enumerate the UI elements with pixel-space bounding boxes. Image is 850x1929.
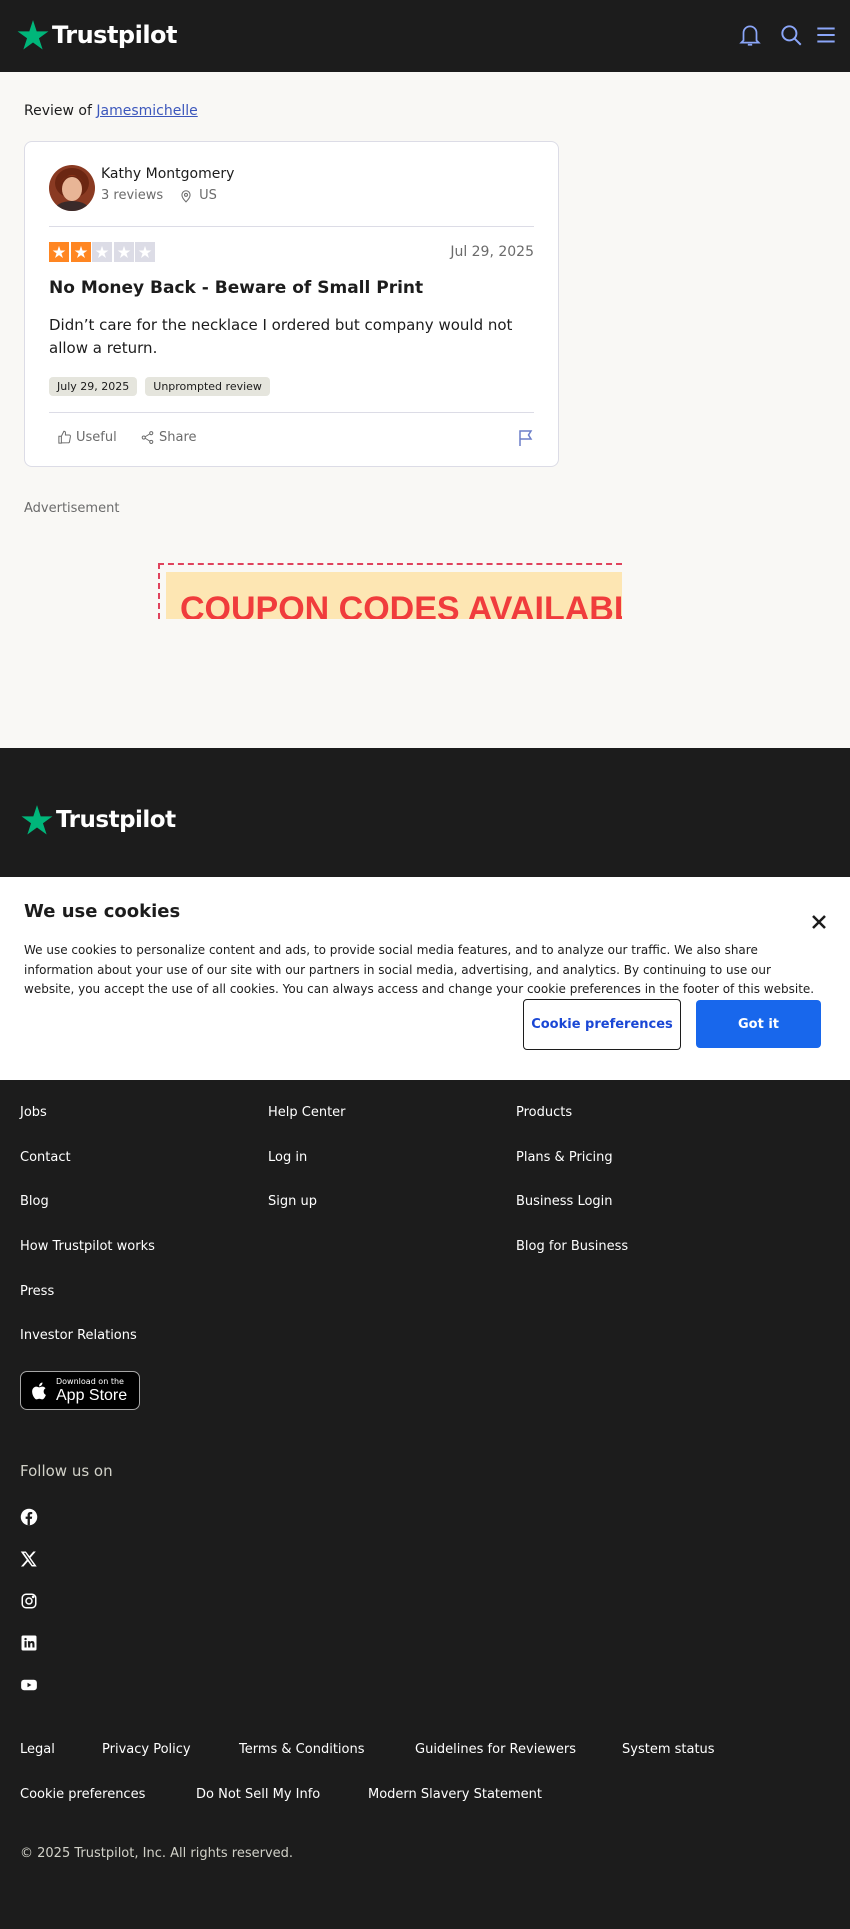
footer-link-help-center[interactable]: Help Center — [268, 1105, 346, 1120]
avatar-image — [49, 165, 95, 211]
footer-link-press[interactable]: Press — [20, 1284, 54, 1299]
star-icon — [138, 245, 152, 258]
top-header: Trustpilot — [0, 0, 850, 72]
footer-link-sign-up[interactable]: Sign up — [268, 1194, 317, 1209]
ad-background: COUPON CODES AVAILABLE — [166, 572, 622, 619]
instagram-icon[interactable] — [20, 1592, 38, 1610]
star-logo-icon — [17, 20, 49, 50]
close-icon[interactable] — [812, 915, 826, 929]
footer-link-do-not-sell[interactable]: Do Not Sell My Info — [196, 1787, 320, 1802]
apple-icon — [32, 1382, 46, 1400]
app-store-badge[interactable]: Download on the App Store — [20, 1371, 140, 1410]
useful-button[interactable]: Useful — [57, 430, 117, 445]
app-store-small-text: Download on the — [56, 1377, 124, 1386]
youtube-icon[interactable] — [20, 1676, 38, 1694]
divider — [49, 226, 534, 227]
advertisement-banner[interactable]: COUPON CODES AVAILABLE — [158, 563, 622, 619]
review-of-prefix: Review of — [24, 103, 92, 119]
footer-link-contact[interactable]: Contact — [20, 1150, 71, 1165]
footer-link-system-status[interactable]: System status — [622, 1742, 715, 1757]
menu-icon[interactable] — [813, 22, 839, 48]
star-icon — [74, 245, 87, 258]
star-icon — [95, 245, 109, 258]
x-icon[interactable] — [20, 1550, 38, 1568]
review-date: Jul 29, 2025 — [450, 244, 534, 260]
experience-date-tag: July 29, 2025 — [49, 377, 138, 396]
cookie-title: We use cookies — [24, 901, 181, 922]
footer-link-investor-relations[interactable]: Investor Relations — [20, 1328, 137, 1343]
footer-brand-name: Trustpilot — [56, 807, 176, 833]
footer-trustpilot-logo[interactable]: Trustpilot — [20, 803, 176, 837]
bell-icon[interactable] — [737, 22, 763, 48]
star-icon — [117, 245, 130, 258]
star-filled — [49, 242, 69, 262]
footer-link-products[interactable]: Products — [516, 1105, 572, 1120]
got-it-button[interactable]: Got it — [696, 1000, 821, 1048]
copyright: © 2025 Trustpilot, Inc. All rights reser… — [20, 1846, 294, 1861]
review-tags: July 29, 2025 Unprompted review — [49, 377, 278, 396]
flag-icon[interactable] — [518, 429, 534, 447]
linkedin-icon[interactable] — [20, 1634, 38, 1652]
star-logo-icon — [21, 805, 53, 835]
share-label: Share — [159, 430, 197, 445]
useful-label: Useful — [76, 430, 117, 445]
footer-link-guidelines[interactable]: Guidelines for Reviewers — [415, 1742, 576, 1757]
reviewer-name[interactable]: Kathy Montgomery — [101, 166, 234, 182]
reviewer-meta: 3 reviews US — [101, 188, 217, 203]
star-empty — [92, 242, 112, 262]
ad-text: COUPON CODES AVAILABLE — [180, 590, 622, 619]
footer-link-jobs[interactable]: Jobs — [20, 1105, 47, 1120]
footer-link-legal[interactable]: Legal — [20, 1742, 55, 1757]
star-filled — [70, 242, 91, 262]
footer-link-log-in[interactable]: Log in — [268, 1150, 307, 1165]
follow-us-label: Follow us on — [20, 1462, 113, 1480]
footer-link-plans-pricing[interactable]: Plans & Pricing — [516, 1150, 613, 1165]
footer-link-modern-slavery[interactable]: Modern Slavery Statement — [368, 1787, 542, 1802]
star-rating — [49, 242, 157, 262]
reviewer-review-count: 3 reviews — [101, 188, 164, 203]
review-body: Didn’t care for the necklace I ordered b… — [49, 316, 513, 357]
reviewer-country: US — [199, 188, 217, 203]
footer-link-blog[interactable]: Blog — [20, 1194, 49, 1209]
cookie-preferences-button[interactable]: Cookie preferences — [523, 999, 681, 1050]
location-pin-icon — [181, 189, 191, 203]
app-store-big-text: App Store — [56, 1387, 128, 1404]
avatar[interactable] — [49, 165, 95, 211]
star-icon — [52, 245, 66, 258]
footer-link-blog-for-business[interactable]: Blog for Business — [516, 1239, 628, 1254]
footer-link-how-it-works[interactable]: How Trustpilot works — [20, 1239, 155, 1254]
footer-link-cookie-preferences[interactable]: Cookie preferences — [20, 1787, 145, 1802]
trustpilot-logo[interactable]: Trustpilot — [16, 18, 178, 52]
company-link[interactable]: Jamesmichelle — [96, 103, 197, 119]
thumbs-up-icon — [58, 430, 71, 444]
star-empty — [135, 242, 155, 262]
cookie-text: We use cookies to personalize content an… — [24, 943, 815, 996]
review-of-line: Review of Jamesmichelle — [24, 103, 198, 119]
footer-link-privacy-policy[interactable]: Privacy Policy — [102, 1742, 191, 1757]
footer-link-business-login[interactable]: Business Login — [516, 1194, 613, 1209]
share-button[interactable]: Share — [140, 430, 197, 445]
cookie-banner: We use cookies We use cookies to persona… — [0, 877, 850, 1080]
review-title[interactable]: No Money Back - Beware of Small Print — [49, 278, 423, 298]
review-card: Kathy Montgomery 3 reviews US Jul 29, 20… — [24, 141, 559, 467]
advertisement-label: Advertisement — [24, 501, 120, 516]
divider — [49, 412, 534, 413]
footer-link-terms[interactable]: Terms & Conditions — [239, 1742, 365, 1757]
facebook-icon[interactable] — [20, 1508, 38, 1526]
star-empty — [113, 242, 134, 262]
brand-name: Trustpilot — [52, 21, 178, 49]
unprompted-review-tag[interactable]: Unprompted review — [145, 377, 270, 396]
search-icon[interactable] — [778, 22, 804, 48]
share-icon — [141, 431, 154, 444]
